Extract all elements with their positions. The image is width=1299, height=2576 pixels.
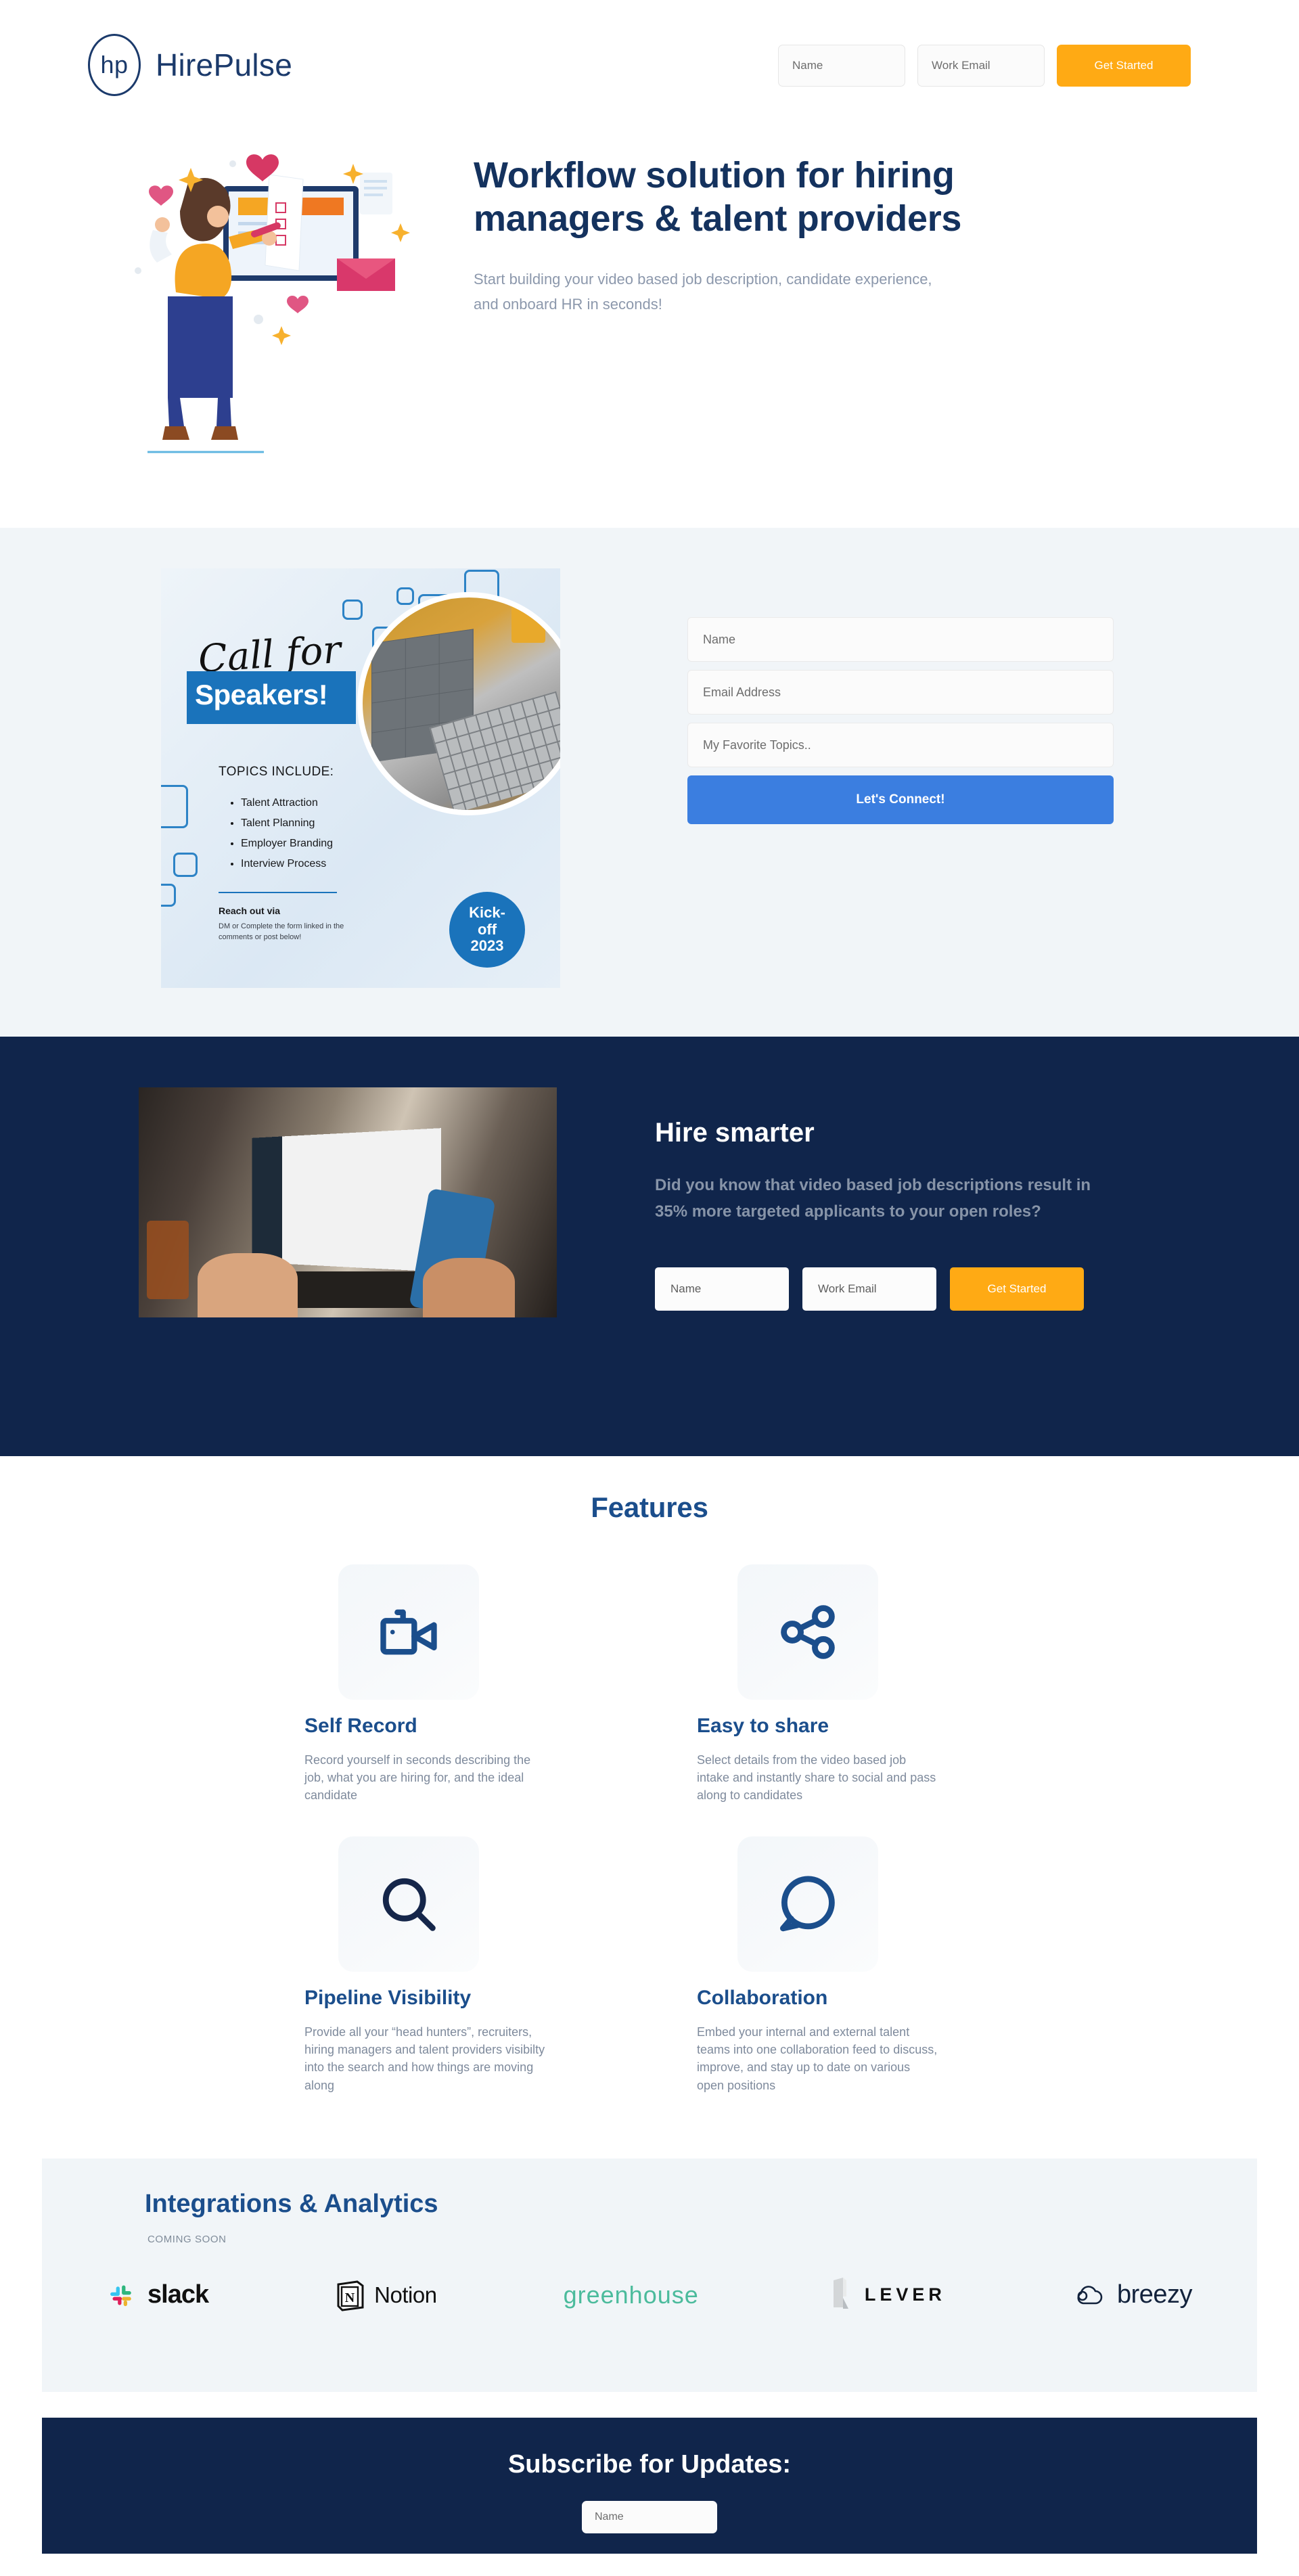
poster-topics-label: TOPICS INCLUDE: [219,765,334,779]
lets-connect-button[interactable]: Let's Connect! [687,775,1114,824]
smarter-work-email-input[interactable] [802,1267,936,1311]
list-item: Talent Planning [241,817,333,830]
list-item: Employer Branding [241,838,333,850]
features-grid: Self Record Record yourself in seconds d… [244,1564,1055,2094]
decor-square-icon [161,884,176,907]
decor-square-icon [173,853,198,877]
feature-description: Embed your internal and external talent … [697,2025,938,2092]
integrations-title: Integrations & Analytics [145,2189,438,2218]
integration-logo-slack: slack [107,2274,209,2317]
header-get-started-button[interactable]: Get Started [1057,45,1191,87]
integration-logo-label: greenhouse [563,2280,699,2309]
hire-smarter-copy: Hire smarter Did you know that video bas… [655,1087,1122,1392]
feature-title: Collaboration [697,1987,828,2010]
call-for-speakers-section: Call for Speakers! TOPICS INCLUDE: Talen… [0,528,1299,1037]
integration-logo-lever: LEVER [825,2274,946,2317]
list-item: Talent Attraction [241,797,333,809]
integration-logo-label: LEVER [864,2284,946,2305]
magnifier-icon [382,1878,436,1932]
hire-smarter-title: Hire smarter [655,1118,815,1148]
notion-icon: N [337,2280,364,2311]
poster-topics-list: Talent Attraction Talent Planning Employ… [229,797,333,878]
decor-square-icon [396,587,414,605]
integration-logo-label: Notion [374,2282,437,2307]
subscribe-title: Subscribe for Updates: [507,2449,792,2479]
feature-title: Self Record [304,1715,417,1737]
kickoff-line1: Kick- [469,904,505,922]
call-for-speakers-poster: Call for Speakers! TOPICS INCLUDE: Talen… [161,568,560,988]
kickoff-line3: 2023 [470,937,504,955]
hero-section: Workflow solution for hiring managers & … [0,135,1299,528]
smarter-name-input[interactable] [655,1267,789,1311]
brand-name: HirePulse [156,47,293,83]
feature-icon-tile [737,1836,878,1972]
feature-card-easy-to-share: Easy to share Select details from the vi… [650,1564,1055,1804]
site-header: hp HirePulse Get Started [0,0,1299,135]
decor-square-icon [161,785,188,828]
feature-icon-tile [338,1836,479,1972]
integration-logo-greenhouse: greenhouse [564,2274,699,2317]
features-section: Features Self Record Record yourself in … [0,1456,1299,2121]
integration-logo-breezy: breezy [1072,2274,1193,2317]
breezy-cloud-icon [1077,2285,1103,2304]
speakers-topics-input[interactable] [687,723,1114,767]
header-work-email-input[interactable] [917,45,1045,87]
svg-text:N: N [345,2290,355,2305]
feature-icon-tile [338,1564,479,1700]
hire-smarter-section: Hire smarter Did you know that video bas… [0,1037,1299,1456]
subscribe-name-input[interactable] [582,2500,717,2533]
feature-card-collaboration: Collaboration Embed your internal and ex… [650,1836,1055,2094]
header-signup-form: Get Started [778,34,1191,87]
chat-bubble-icon [779,1876,835,1932]
hire-smarter-body: Did you know that video based job descri… [655,1176,1091,1221]
feature-icon-tile [737,1564,878,1700]
woman-checklist-illustration [135,154,410,453]
feature-title: Easy to share [697,1715,829,1737]
integration-logo-notion: N Notion [335,2274,437,2317]
hero-illustration-wrap [88,135,467,467]
feature-description: Provide all your “head hunters”, recruit… [304,2025,545,2092]
list-item: Interview Process [241,858,333,870]
features-title: Features [591,1491,708,1523]
smarter-get-started-button[interactable]: Get Started [950,1267,1084,1311]
header-name-input[interactable] [778,45,905,87]
hero-copy: Workflow solution for hiring managers & … [474,135,967,467]
integrations-section: Integrations & Analytics COMING SOON sla… [42,2158,1257,2392]
lever-icon [833,2277,848,2309]
integration-logo-label: slack [147,2280,209,2309]
feature-card-self-record: Self Record Record yourself in seconds d… [244,1564,650,1804]
poster-headline: Speakers! [195,679,328,710]
kickoff-line2: off [477,920,497,938]
decor-square-icon [342,600,363,620]
integration-logos: slack N Notion greenhouse LEVER breezy [107,2274,1193,2317]
feature-description: Record yourself in seconds describing th… [304,1753,531,1803]
poster-reach-out-label: Reach out via [219,905,281,916]
feature-title: Pipeline Visibility [304,1987,472,2010]
speakers-name-input[interactable] [687,617,1114,662]
slack-icon [110,2285,131,2306]
share-nodes-icon [781,1605,835,1659]
feature-description: Select details from the video based job … [697,1753,936,1803]
poster-photo [357,592,560,815]
hp-monogram-icon: hp [88,34,141,96]
landing-page: hp HirePulse Get Started [0,0,1299,2554]
subscribe-footer: Subscribe for Updates: [42,2417,1257,2554]
speakers-contact-form: Let's Connect! [687,568,1114,988]
brand-logo[interactable]: hp HirePulse [88,34,292,96]
divider [219,892,337,893]
hero-subtitle: Start building your video based job desc… [474,271,932,313]
coming-soon-label: COMING SOON [147,2233,227,2245]
hero-title: Workflow solution for hiring managers & … [474,155,962,239]
hire-smarter-form: Get Started [655,1267,1122,1311]
integration-logo-label: breezy [1116,2280,1193,2309]
video-camera-icon [380,1609,437,1655]
poster-reach-out-detail: DM or Complete the form linked in the co… [219,922,344,941]
kickoff-badge: Kick- off 2023 [449,892,525,968]
hire-smarter-photo [139,1087,557,1317]
brand-mark-text: hp [100,51,129,78]
feature-card-pipeline-visibility: Pipeline Visibility Provide all your “he… [244,1836,650,2094]
speakers-email-input[interactable] [687,670,1114,715]
